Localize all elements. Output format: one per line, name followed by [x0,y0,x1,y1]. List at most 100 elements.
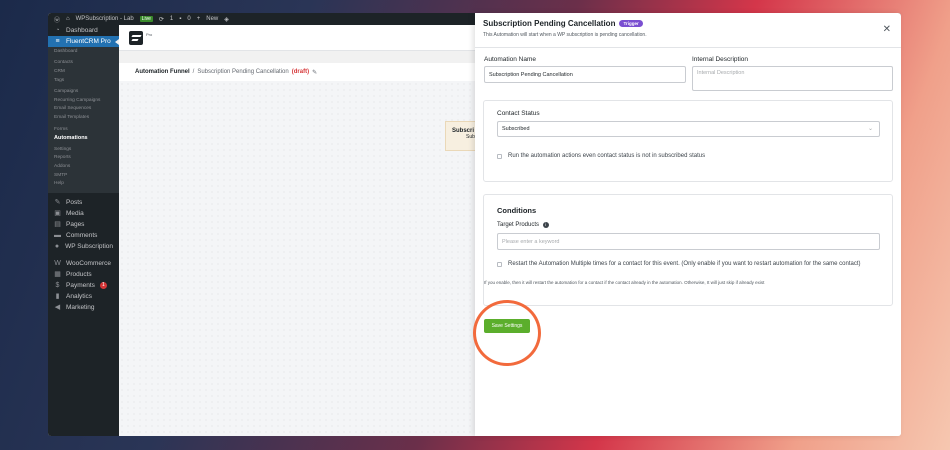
media-icon: ▣ [54,209,61,217]
sidebar-label: WP Subscription [65,242,113,250]
draft-status: (draft) [291,69,310,75]
internal-description-label: Internal Description [692,56,748,63]
sidebar-item-wpsubscription[interactable]: ● WP Subscription [48,241,119,252]
submenu-reports[interactable]: Reports [48,154,119,163]
chevron-down-icon: ⌄ [867,126,873,132]
panel-title: Subscription Pending Cancellation [483,19,616,28]
fluentcrm-icon: ≡ [55,38,60,45]
site-name[interactable]: WPSubscription - Lab [76,16,134,22]
sidebar-item-analytics[interactable]: ▮ Analytics [48,291,119,302]
sidebar-label: Payments [66,281,95,289]
updates-icon[interactable]: ⟳ [159,16,164,23]
sidebar-item-comments[interactable]: ▬ Comments [48,230,119,241]
info-icon[interactable]: i [542,222,549,228]
sidebar-item-pages[interactable]: ▤ Pages [48,219,119,230]
edit-pencil-icon[interactable]: ✎ [312,69,317,76]
new-icon[interactable]: + [197,16,201,22]
submenu-crm[interactable]: CRM [48,67,119,76]
diamond-icon[interactable]: ◈ [224,16,229,23]
updates-count: 1 [169,16,174,22]
internal-description-textarea[interactable]: Internal Description [692,66,893,91]
contact-status-value: Subscribed [502,126,530,132]
fluentcrm-logo-icon[interactable] [129,31,143,45]
panel-title-row: Subscription Pending Cancellation Trigge… [483,19,647,28]
contact-status-label: Contact Status [497,110,540,117]
sidebar-item-posts[interactable]: ✎ Posts [48,197,119,208]
panel-header: Subscription Pending Cancellation Trigge… [483,19,647,38]
panel-description: This Automation will start when a WP sub… [483,32,647,38]
restart-checkbox-row[interactable]: Restart the Automation Multiple times fo… [497,260,877,268]
submenu-tags[interactable]: Tags [48,76,119,85]
sidebar-label: Pages [66,220,85,228]
live-badge: Live [139,16,153,22]
home-icon: ⌂ [66,16,70,22]
woocommerce-icon: W [54,259,61,267]
contact-status-select[interactable]: Subscribed ⌄ [497,121,880,137]
analytics-icon: ▮ [55,292,60,300]
automation-name-input[interactable]: Subscription Pending Cancellation [484,66,686,83]
sidebar-label: WooCommerce [66,259,112,267]
comments-count: 0 [187,16,191,22]
comments-icon[interactable]: ▪ [179,16,181,22]
submenu-automations[interactable]: Automations [48,133,119,142]
sidebar-item-dashboard[interactable]: ◔ Dashboard [48,25,119,36]
contact-status-card: Contact Status Subscribed ⌄ Run the auto… [483,100,893,182]
submenu-smtp[interactable]: SMTP [48,171,119,180]
wordpress-icon[interactable]: ⓦ [54,15,60,24]
submenu-recurring-campaigns[interactable]: Recurring Campaigns [48,96,119,105]
close-icon[interactable]: ✕ [883,24,891,35]
automation-name-label: Automation Name [484,56,537,63]
run-anyway-checkbox-row[interactable]: Run the automation actions even contact … [497,152,705,160]
products-icon: ▦ [54,270,61,278]
sidebar-label: Media [66,209,84,217]
pages-icon: ▤ [54,220,61,228]
comment-icon: ▬ [54,231,61,239]
sidebar-item-marketing[interactable]: ◀ Marketing [48,302,119,313]
sidebar-label: Dashboard [66,27,98,34]
admin-sidebar: ◔ Dashboard ≡ FluentCRM Pro Dashboard Cont… [48,25,119,436]
trigger-badge: Trigger [619,20,643,27]
target-products-input[interactable]: Please enter a keyword [497,233,880,250]
submenu-email-sequences[interactable]: Email Sequences [48,105,119,114]
subscription-icon: ● [54,242,60,250]
restart-help-text: If you enable, then it will restart the … [484,280,765,285]
sidebar-label: Posts [66,198,83,206]
sidebar-label: Comments [66,231,98,239]
divider [475,47,901,48]
run-anyway-checkbox[interactable] [497,153,502,159]
target-products-label: Target Products i [497,222,549,228]
sidebar-item-fluentcrm[interactable]: ≡ FluentCRM Pro [48,36,119,47]
submenu-email-templates[interactable]: Email Templates [48,113,119,122]
submenu-help[interactable]: Help [48,179,119,188]
sidebar-label: Analytics [66,292,93,300]
new-link[interactable]: New [206,16,218,22]
restart-label: Restart the Automation Multiple times fo… [508,261,861,267]
target-products-text: Target Products [497,222,540,228]
sidebar-item-media[interactable]: ▣ Media [48,208,119,219]
fluentcrm-submenu: Dashboard Contacts CRM Tags Campaigns Re… [48,47,119,193]
restart-checkbox[interactable] [497,261,502,267]
submenu-settings[interactable]: Settings [48,145,119,154]
conditions-title: Conditions [497,206,537,215]
submenu-dashboard[interactable]: Dashboard [48,47,119,56]
breadcrumb-current: Subscription Pending Cancellation [197,69,289,75]
payments-icon: $ [55,281,60,289]
logo-label: Pro [146,32,153,37]
sidebar-label: Products [66,270,92,278]
sidebar-item-woocommerce[interactable]: W WooCommerce [48,258,119,269]
sidebar-item-payments[interactable]: $ Payments 1 [48,280,119,291]
pin-icon: ✎ [54,198,61,206]
breadcrumb-root[interactable]: Automation Funnel [135,69,190,75]
run-anyway-label: Run the automation actions even contact … [508,153,706,159]
save-settings-button[interactable]: Save Settings [484,319,530,333]
submenu-campaigns[interactable]: Campaigns [48,87,119,96]
submenu-forms[interactable]: Forms [48,125,119,134]
payments-badge: 1 [99,281,107,289]
sidebar-item-products[interactable]: ▦ Products [48,269,119,280]
breadcrumb-separator: / [192,69,195,75]
submenu-addons[interactable]: Addons [48,162,119,171]
megaphone-icon: ◀ [54,303,61,311]
trigger-settings-panel: Subscription Pending Cancellation Trigge… [473,13,901,436]
submenu-contacts[interactable]: Contacts [48,59,119,68]
sidebar-label: Marketing [66,303,95,311]
